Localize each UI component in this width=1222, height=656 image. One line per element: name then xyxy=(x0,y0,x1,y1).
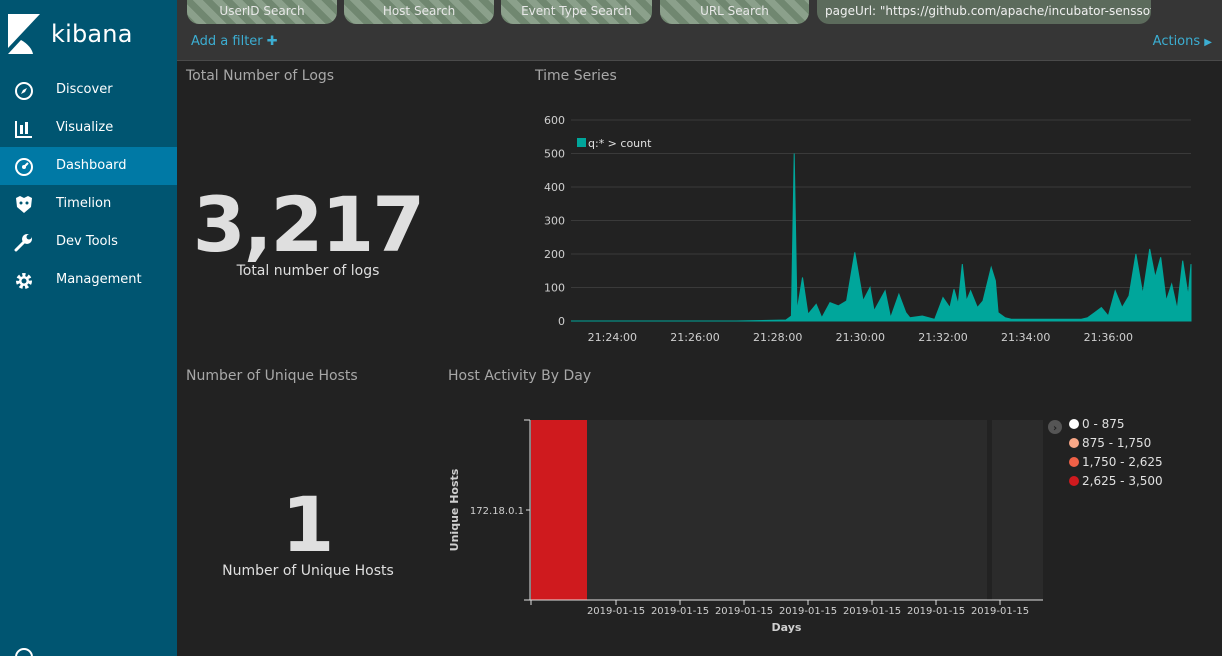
gear-icon xyxy=(16,273,32,289)
y-tick-label: 0 xyxy=(558,315,565,328)
panel-title-time-series: Time Series xyxy=(535,68,617,84)
panel-title-total-logs: Total Number of Logs xyxy=(186,68,335,84)
filter-pill-userid[interactable]: UserID Search xyxy=(187,0,337,24)
x-tick-label: 2019-01-15 xyxy=(715,606,773,617)
metric-total-logs-label: Total number of logs xyxy=(236,263,380,279)
collapse-icon[interactable] xyxy=(15,648,33,656)
sidebar-item-management[interactable]: Management xyxy=(0,261,177,299)
heatmap-background-right xyxy=(992,420,1043,600)
actions-link[interactable]: Actions ▶ xyxy=(1153,34,1212,49)
legend-label: 875 - 1,750 xyxy=(1082,436,1151,450)
kibana-logo[interactable]: kibana xyxy=(8,14,133,54)
y-tick-label: 172.18.0.1 xyxy=(470,506,524,517)
series-area-count xyxy=(571,153,1192,322)
sidebar-item-dashboard[interactable]: Dashboard xyxy=(0,147,177,185)
sidebar-item-label: Dashboard xyxy=(56,158,127,173)
x-tick-label: 21:28:00 xyxy=(753,331,802,344)
x-tick-label: 21:34:00 xyxy=(1001,331,1050,344)
filter-pill-pageurl[interactable]: pageUrl: "https://github.com/apache/incu… xyxy=(817,0,1151,24)
x-tick-label: 2019-01-15 xyxy=(907,606,965,617)
sidebar-item-discover[interactable]: Discover xyxy=(0,71,177,109)
metric-unique-hosts-label: Number of Unique Hosts xyxy=(222,563,394,579)
add-filter-label: Add a filter xyxy=(191,34,263,49)
plus-icon: ✚ xyxy=(266,34,278,49)
kibana-app: kibana Discover Visualize Dashboard Time… xyxy=(0,0,1222,656)
sidebar-item-label: Dev Tools xyxy=(56,234,118,249)
legend-swatch xyxy=(1069,457,1079,467)
timelion-icon xyxy=(16,196,32,213)
legend-swatch xyxy=(577,138,586,147)
brand-name: kibana xyxy=(51,20,133,48)
sidebar-item-label: Management xyxy=(56,272,142,287)
filter-pill-event-type[interactable]: Event Type Search xyxy=(501,0,652,24)
legend-label: 2,625 - 3,500 xyxy=(1082,474,1163,488)
sidebar-item-visualize[interactable]: Visualize xyxy=(0,109,177,147)
compass-icon xyxy=(15,82,33,100)
kibana-logo-icon xyxy=(8,14,40,54)
y-tick-label: 100 xyxy=(544,282,565,295)
x-tick-label: 21:36:00 xyxy=(1084,331,1133,344)
y-tick-label: 200 xyxy=(544,248,565,261)
heatmap-background xyxy=(530,420,987,600)
x-tick-label: 2019-01-15 xyxy=(587,606,645,617)
y-tick-label: 400 xyxy=(544,181,565,194)
dashboard-icon xyxy=(15,158,33,176)
legend-label: 0 - 875 xyxy=(1082,417,1125,431)
x-tick-label: 21:30:00 xyxy=(836,331,885,344)
sidebar-item-label: Visualize xyxy=(56,120,114,135)
y-tick-label: 500 xyxy=(544,148,565,161)
add-filter-link[interactable]: Add a filter ✚ xyxy=(191,34,278,49)
y-tick-label: 300 xyxy=(544,215,565,228)
chevron-right-icon: › xyxy=(1053,423,1057,434)
filter-bar: UserID Search Host Search Event Type Sea… xyxy=(177,0,1222,61)
caret-right-icon: ▶ xyxy=(1204,37,1212,48)
bar-chart-icon xyxy=(15,121,32,138)
x-axis-title: Days xyxy=(772,621,802,634)
heatmap-cell xyxy=(531,420,587,600)
legend-label: 1,750 - 2,625 xyxy=(1082,455,1163,469)
x-tick-label: 21:24:00 xyxy=(588,331,637,344)
actions-label: Actions xyxy=(1152,34,1201,49)
legend-label: q:* > count xyxy=(588,137,652,150)
sidebar: kibana Discover Visualize Dashboard Time… xyxy=(0,0,177,656)
y-axis-title: Unique Hosts xyxy=(448,468,461,551)
x-tick-label: 2019-01-15 xyxy=(843,606,901,617)
panel-title-host-activity: Host Activity By Day xyxy=(448,368,592,384)
y-tick-label: 600 xyxy=(544,114,565,127)
x-tick-label: 21:26:00 xyxy=(670,331,719,344)
legend-swatch xyxy=(1069,438,1079,448)
panel-title-unique-hosts: Number of Unique Hosts xyxy=(186,368,358,384)
metric-unique-hosts-value: 1 xyxy=(281,480,335,569)
sidebar-item-label: Discover xyxy=(56,82,113,97)
filter-pill-host[interactable]: Host Search xyxy=(344,0,494,24)
legend-swatch xyxy=(1069,476,1079,486)
sidebar-item-label: Timelion xyxy=(56,196,112,211)
sidebar-item-dev-tools[interactable]: Dev Tools xyxy=(0,223,177,261)
x-tick-label: 2019-01-15 xyxy=(971,606,1029,617)
x-tick-label: 21:32:00 xyxy=(918,331,967,344)
time-series-chart: 0 100 200 300 400 500 600 21:24:00 21:26:00 21:28… xyxy=(544,114,1192,344)
host-activity-heatmap: 172.18.0.1 2019-01-15 2019-01-15 2019-01-15… xyxy=(448,417,1163,634)
legend-swatch xyxy=(1069,419,1079,429)
metric-total-logs-value: 3,217 xyxy=(192,180,425,269)
sidebar-item-timelion[interactable]: Timelion xyxy=(0,185,177,223)
x-tick-label: 2019-01-15 xyxy=(779,606,837,617)
filter-pill-url[interactable]: URL Search xyxy=(660,0,809,24)
wrench-icon xyxy=(14,234,32,252)
x-tick-label: 2019-01-15 xyxy=(651,606,709,617)
